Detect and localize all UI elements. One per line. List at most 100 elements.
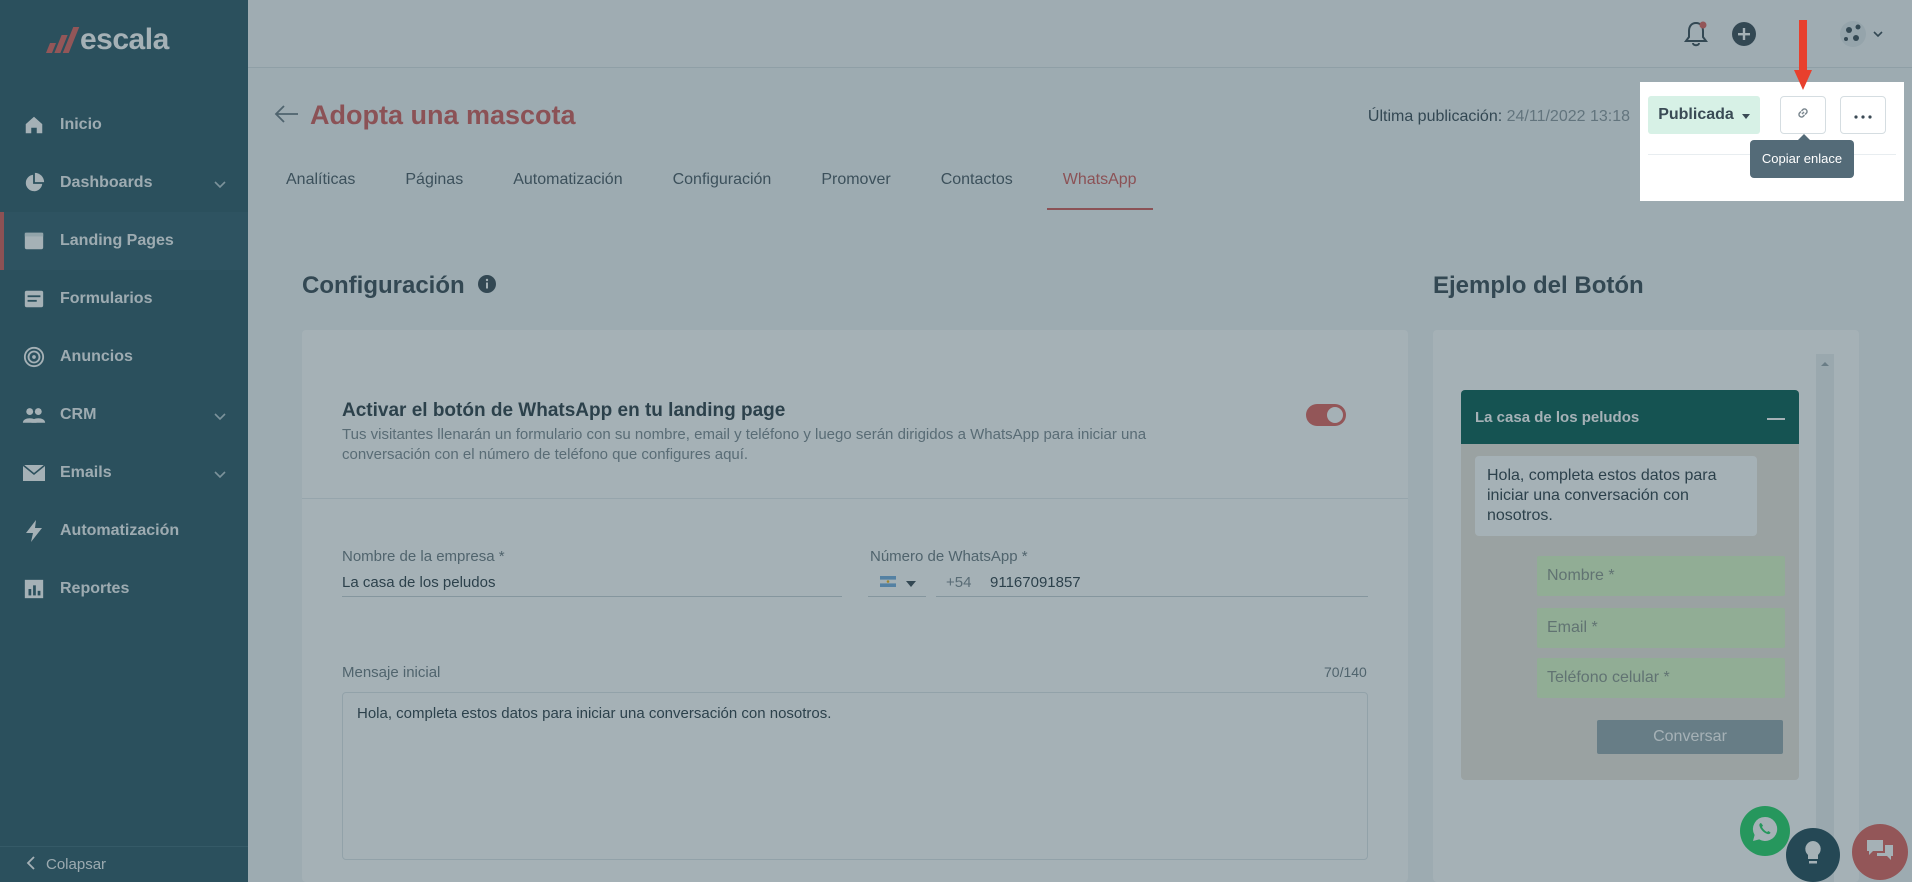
tab-whatsapp[interactable]: WhatsApp [1046,160,1153,210]
last-publication-label: Última publicación: [1367,108,1503,125]
whatsapp-number-input[interactable]: 91167091857 [990,574,1081,591]
page-title: Adopta una mascota [310,100,576,130]
company-name-underline [342,596,842,597]
whatsapp-icon [1750,814,1780,849]
brand-name: escala [80,23,169,56]
envelope-icon [22,461,46,485]
home-icon [22,113,46,137]
user-avatar[interactable] [1838,20,1886,48]
bell-icon[interactable] [1682,20,1710,48]
annotation-arrow-icon [1794,20,1812,90]
sidebar-item-label: CRM [60,406,97,423]
chat-email-input[interactable]: Email * [1537,608,1785,648]
country-code: +54 [946,574,972,591]
tab-promover[interactable]: Promover [805,160,906,210]
sidebar-item-emails[interactable]: Emails [0,444,248,502]
users-icon [22,403,46,427]
bolt-icon [22,519,46,543]
last-publication: Última publicación: 24/11/2022 13:18 [1368,108,1630,126]
sidebar-item-label: Anuncios [60,348,133,365]
sidebar-item-label: Landing Pages [60,232,174,249]
argentina-flag-icon [880,574,896,592]
tab-paginas[interactable]: Páginas [389,160,479,210]
country-selector[interactable] [880,574,916,592]
initial-message-counter: 70/140 [1324,664,1367,680]
sidebar-item-label: Inicio [60,116,102,133]
chat-submit-button[interactable]: Conversar [1597,720,1783,754]
tab-contactos[interactable]: Contactos [925,160,1029,210]
sidebar-item-label: Dashboards [60,174,153,191]
link-icon [1795,105,1811,126]
company-name-label: Nombre de la empresa * [342,548,505,565]
sidebar-item-anuncios[interactable]: Anuncios [0,328,248,386]
lightbulb-icon [1803,839,1823,872]
company-name-input[interactable]: La casa de los peludos [342,574,495,591]
topbar [248,0,1912,68]
more-options-button[interactable] [1840,96,1886,134]
status-dropdown-button[interactable]: Publicada [1648,96,1760,134]
chat-phone-input[interactable]: Teléfono celular * [1537,658,1785,698]
browser-window-icon [22,229,46,253]
target-icon [22,345,46,369]
sidebar-item-automatizacion[interactable]: Automatización [0,502,248,560]
status-label: Publicada [1658,106,1734,123]
sidebar-item-landing-pages[interactable]: Landing Pages [0,212,248,270]
logo-mark-icon [45,27,80,53]
bar-chart-icon [22,577,46,601]
sidebar-item-formularios[interactable]: Formularios [0,270,248,328]
sidebar: escala Inicio Dashboards Landing Pages F… [0,0,248,882]
whatsapp-toggle-switch[interactable] [1306,404,1346,426]
sidebar-item-dashboards[interactable]: Dashboards [0,154,248,212]
chat-bubbles-icon [1865,837,1895,868]
form-icon [22,287,46,311]
whatsapp-float-button[interactable] [1740,806,1790,856]
whatsapp-toggle-description: Tus visitantes llenarán un formulario co… [342,426,1147,463]
back-arrow-icon[interactable] [274,104,300,129]
chevron-down-icon [214,466,226,484]
collapse-label: Colapsar [46,856,107,873]
sidebar-item-label: Automatización [60,522,180,539]
sidebar-item-label: Reportes [60,580,130,597]
tab-automatizacion[interactable]: Automatización [497,160,638,210]
panel-divider [302,498,1408,499]
sidebar-nav: Inicio Dashboards Landing Pages Formular… [0,96,248,618]
config-title-text: Configuración [302,272,465,299]
tips-float-button[interactable] [1786,828,1840,882]
preview-section-title: Ejemplo del Botón [1433,272,1644,299]
ellipsis-icon [1854,106,1872,124]
sidebar-item-reportes[interactable]: Reportes [0,560,248,618]
chat-header: La casa de los peludos [1461,390,1799,444]
sidebar-item-inicio[interactable]: Inicio [0,96,248,154]
tab-configuracion[interactable]: Configuración [657,160,788,210]
initial-message-label: Mensaje inicial [342,664,441,681]
sidebar-item-label: Formularios [60,290,153,307]
minimize-icon[interactable] [1767,409,1785,426]
page-tabs: Analíticas Páginas Automatización Config… [270,160,1171,210]
chevron-down-icon [214,176,226,194]
copy-link-button[interactable] [1780,96,1826,134]
last-publication-date: 24/11/2022 13:18 [1506,108,1630,125]
sidebar-item-crm[interactable]: CRM [0,386,248,444]
initial-message-textarea[interactable]: Hola, completa estos datos para iniciar … [342,692,1368,860]
info-icon[interactable] [477,273,497,301]
tab-analiticas[interactable]: Analíticas [270,160,371,210]
chat-support-button[interactable] [1852,824,1908,880]
whatsapp-number-label: Número de WhatsApp * [870,548,1028,565]
whatsapp-number-underline [936,596,1368,597]
sidebar-item-label: Emails [60,464,112,481]
chat-name-input[interactable]: Nombre * [1537,556,1785,596]
chat-bubble: Hola, completa estos datos para iniciar … [1475,456,1757,536]
whatsapp-chat-preview: La casa de los peludos Hola, completa es… [1461,390,1799,780]
caret-down-icon [906,574,916,592]
pie-chart-icon [22,171,46,195]
copy-link-tooltip: Copiar enlace [1750,134,1854,178]
country-underline [868,596,926,597]
preview-scrollbar[interactable] [1816,354,1834,882]
collapse-sidebar-button[interactable]: Colapsar [0,846,248,882]
chat-title: La casa de los peludos [1475,408,1640,426]
chevron-down-icon [214,408,226,426]
caret-down-icon [1741,106,1750,124]
add-circle-icon[interactable] [1730,20,1758,48]
chevron-left-icon [26,855,36,874]
brand-logo[interactable]: escala [45,20,169,60]
